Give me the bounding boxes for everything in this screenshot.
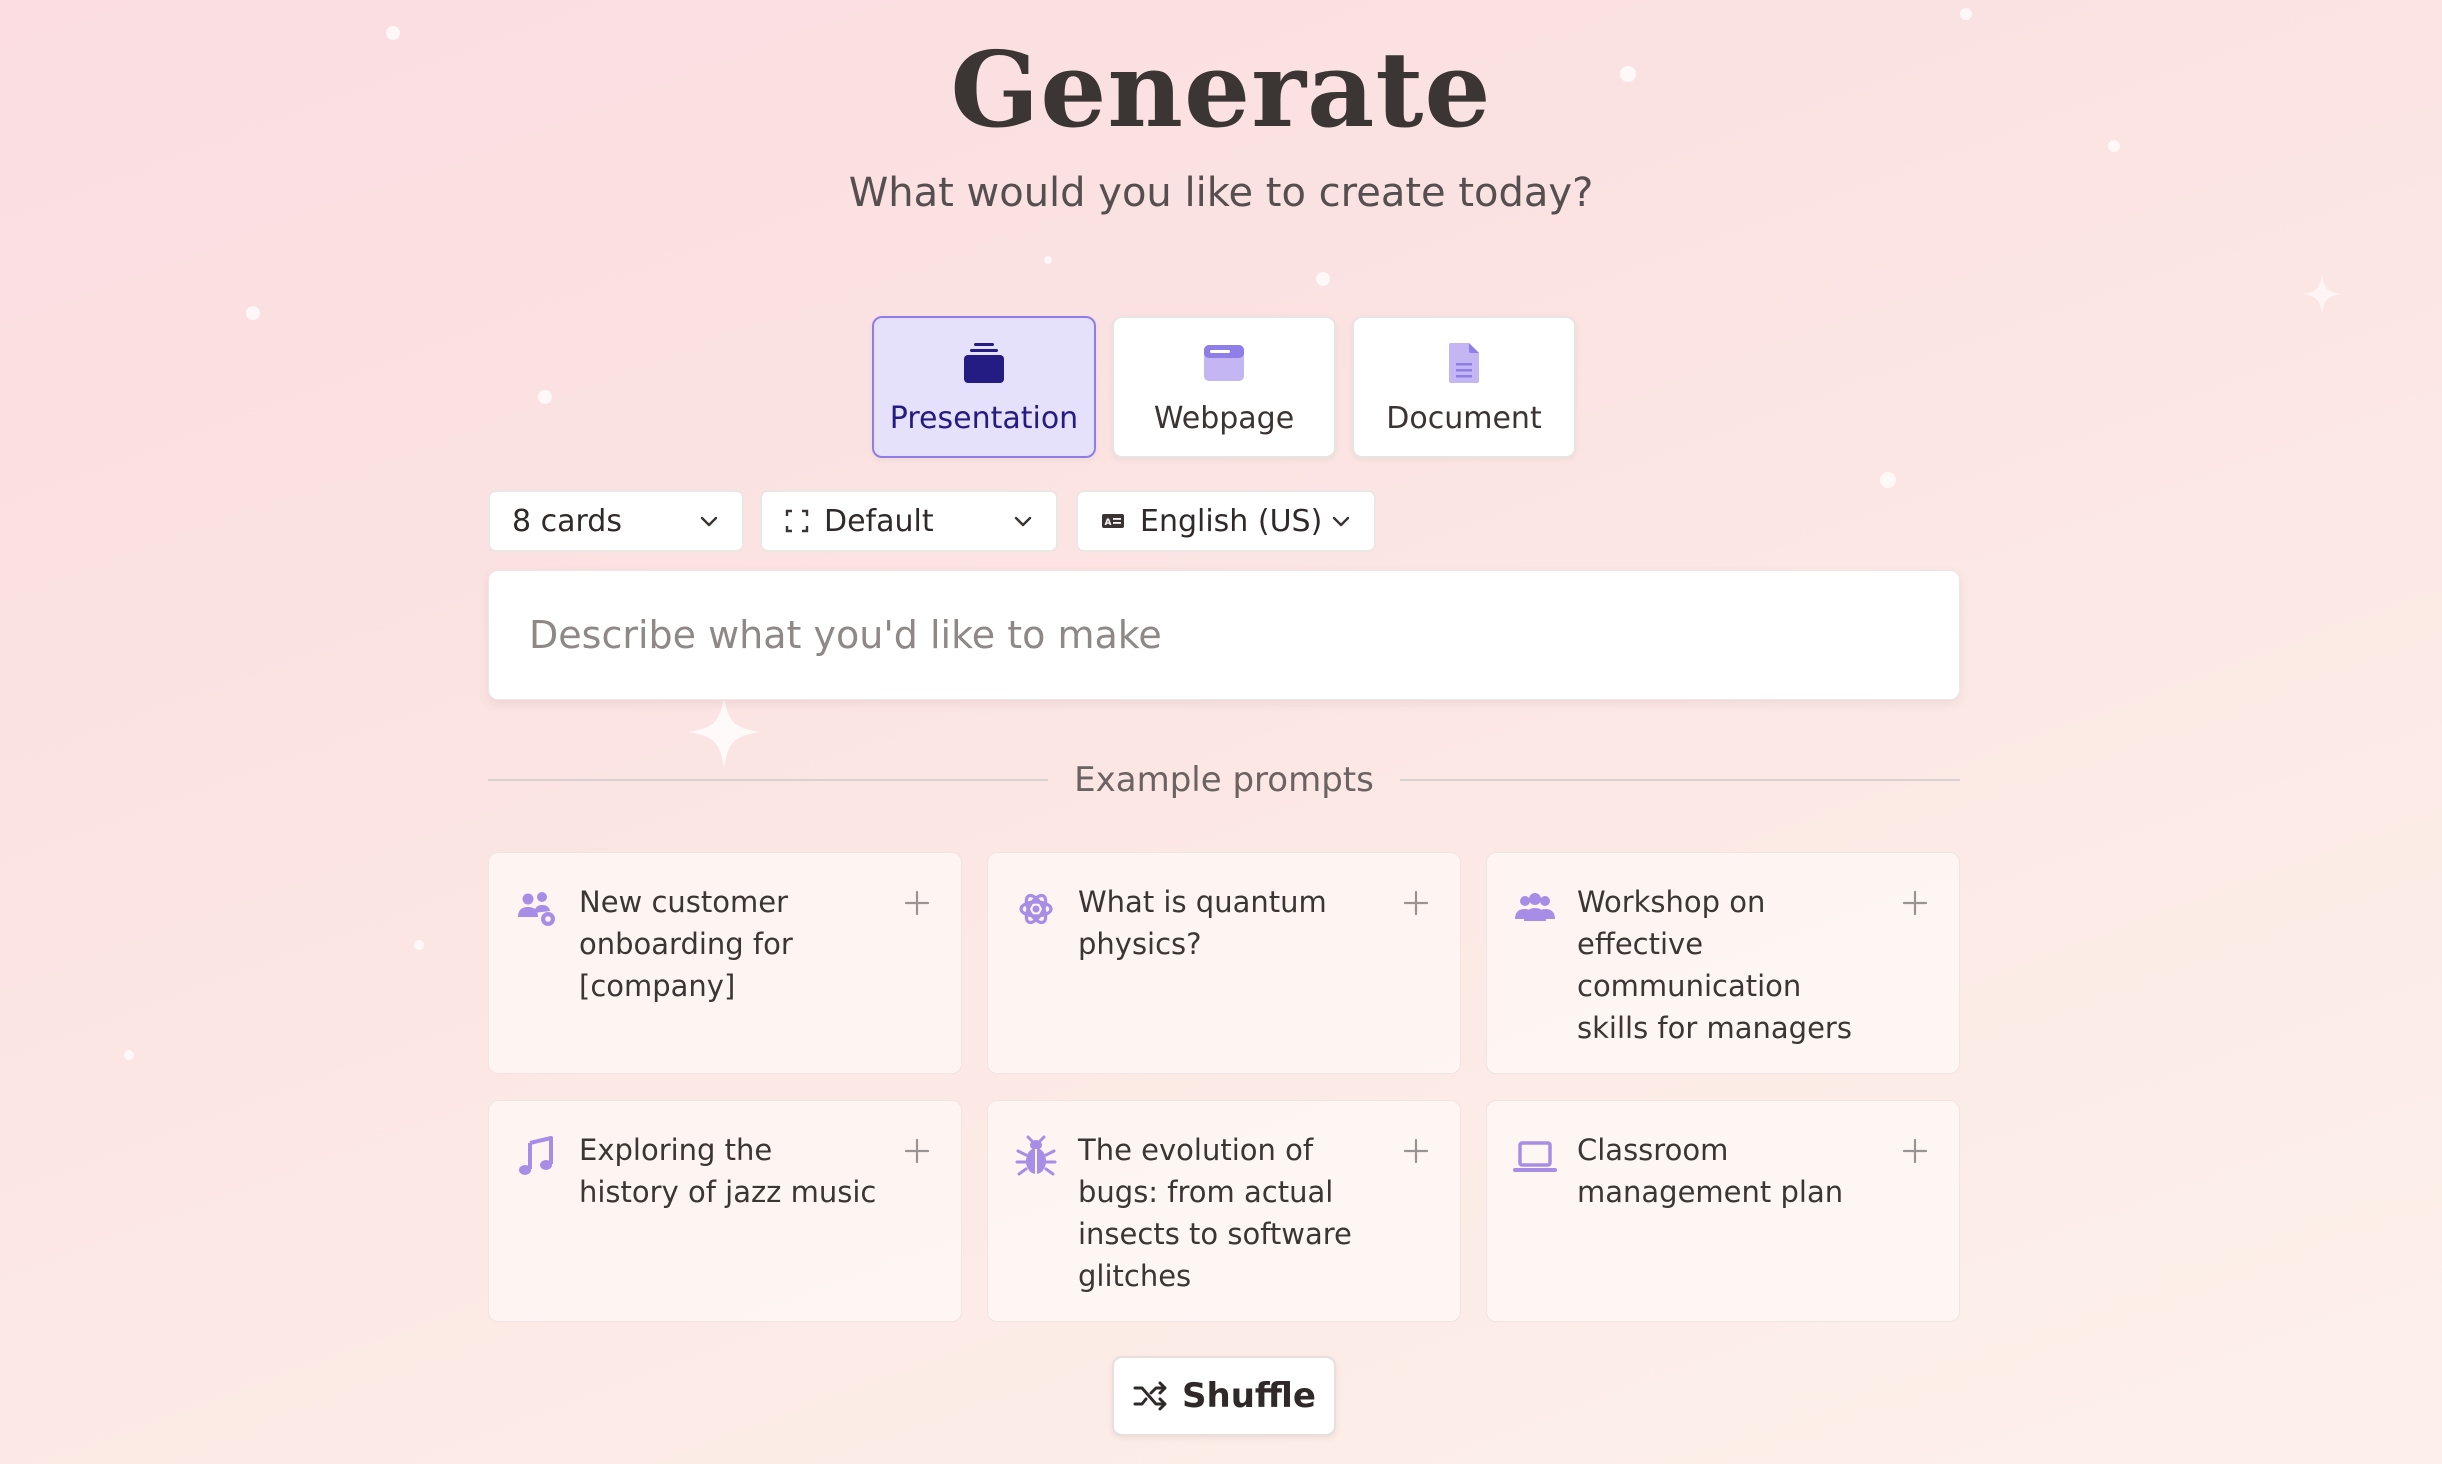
sparkle-dot bbox=[124, 1050, 134, 1060]
plus-icon[interactable] bbox=[1901, 889, 1929, 917]
plus-icon[interactable] bbox=[903, 889, 931, 917]
prompt-input[interactable] bbox=[488, 570, 1960, 700]
svg-text:A: A bbox=[1105, 518, 1112, 528]
divider-line bbox=[1399, 779, 1960, 781]
presentation-type-button[interactable]: Presentation bbox=[872, 316, 1096, 458]
example-prompt-card[interactable]: Exploring the history of jazz music bbox=[488, 1100, 962, 1322]
document-type-button[interactable]: Document bbox=[1352, 316, 1576, 458]
sparkle-dot bbox=[1316, 272, 1330, 286]
browser-window-icon bbox=[1200, 339, 1248, 387]
example-prompts-heading: Example prompts bbox=[1074, 760, 1374, 800]
document-label: Document bbox=[1386, 400, 1542, 436]
example-prompt-text: What is quantum physics? bbox=[1078, 885, 1327, 961]
sparkle-star-icon bbox=[2302, 274, 2342, 314]
example-prompt-text: New customer onboarding for [company] bbox=[579, 885, 793, 1003]
example-prompt-card[interactable]: New customer onboarding for [company] bbox=[488, 852, 962, 1074]
sparkle-dot bbox=[538, 390, 552, 404]
plus-icon[interactable] bbox=[1901, 1137, 1929, 1165]
music-note-icon bbox=[519, 1136, 553, 1175]
frame-icon bbox=[785, 509, 809, 533]
laptop-icon bbox=[1513, 1141, 1557, 1172]
webpage-type-button[interactable]: Webpage bbox=[1112, 316, 1336, 458]
webpage-label: Webpage bbox=[1153, 400, 1295, 436]
page-title: Generate bbox=[950, 28, 1492, 151]
example-prompt-card[interactable]: What is quantum physics? bbox=[987, 852, 1461, 1074]
sparkle-dot bbox=[1960, 8, 1972, 20]
plus-icon[interactable] bbox=[903, 1137, 931, 1165]
page-subtitle: What would you like to create today? bbox=[848, 170, 1594, 216]
chevron-down-icon bbox=[1014, 516, 1032, 527]
sparkle-dot bbox=[1044, 256, 1052, 264]
language-value: English (US) bbox=[1140, 503, 1323, 539]
generate-page: Generate What would you like to create t… bbox=[0, 0, 2442, 1464]
language-select[interactable]: A English (US) bbox=[1076, 490, 1376, 552]
card-count-select[interactable]: 8 cards bbox=[488, 490, 744, 552]
presentation-label: Presentation bbox=[889, 400, 1079, 436]
stack-icon bbox=[960, 339, 1008, 387]
example-prompt-card[interactable]: The evolution of bugs: from actual insec… bbox=[987, 1100, 1461, 1322]
chevron-down-icon bbox=[700, 516, 718, 527]
document-icon bbox=[1440, 339, 1488, 387]
plus-icon[interactable] bbox=[1402, 889, 1430, 917]
language-icon: A bbox=[1102, 514, 1124, 528]
chevron-down-icon bbox=[1332, 516, 1350, 527]
example-prompt-text: Classroom management plan bbox=[1577, 1133, 1844, 1209]
people-gear-icon bbox=[518, 892, 555, 926]
example-prompt-text: Exploring the history of jazz music bbox=[579, 1133, 877, 1209]
divider-line bbox=[488, 779, 1049, 781]
sparkle-dot bbox=[246, 306, 260, 320]
plus-icon[interactable] bbox=[1402, 1137, 1430, 1165]
sparkle-dot bbox=[414, 940, 424, 950]
shuffle-label: Shuffle bbox=[1182, 1376, 1316, 1416]
example-prompt-text: The evolution of bugs: from actual insec… bbox=[1078, 1133, 1352, 1293]
example-prompt-text: Workshop on effective communication skil… bbox=[1577, 885, 1852, 1045]
atom-icon bbox=[1019, 893, 1053, 925]
example-prompts-divider: Example prompts bbox=[488, 758, 1960, 802]
example-prompt-card[interactable]: Classroom management plan bbox=[1486, 1100, 1960, 1322]
sparkle-dot bbox=[1880, 472, 1896, 488]
shuffle-button[interactable]: Shuffle bbox=[1112, 1356, 1336, 1436]
theme-value: Default bbox=[824, 503, 934, 539]
theme-select[interactable]: Default bbox=[760, 490, 1058, 552]
card-count-value: 8 cards bbox=[512, 503, 622, 539]
bug-icon bbox=[1015, 1135, 1057, 1176]
example-prompt-card[interactable]: Workshop on effective communication skil… bbox=[1486, 852, 1960, 1074]
people-icon bbox=[1515, 893, 1555, 921]
shuffle-icon bbox=[1133, 1381, 1167, 1411]
